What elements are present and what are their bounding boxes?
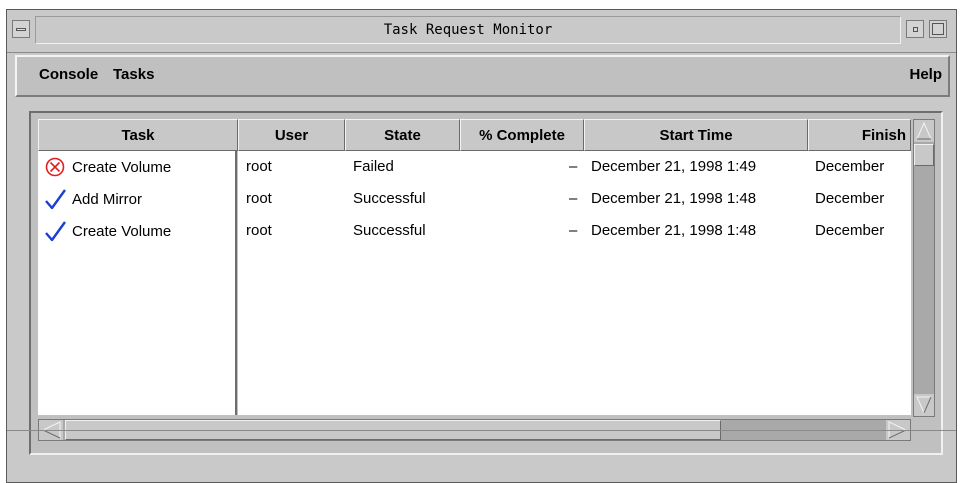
cell-finish-time: December: [815, 158, 885, 175]
column-header-user[interactable]: User: [238, 119, 345, 151]
cell-start-time: December 21, 1998 1:49: [591, 158, 757, 175]
title-area[interactable]: Task Request Monitor: [35, 16, 901, 44]
cell-user: root: [246, 158, 272, 175]
scroll-down-arrow-icon: [916, 396, 932, 415]
vertical-scrollbar[interactable]: [913, 119, 935, 417]
cell-finish-time: December: [815, 190, 885, 207]
menu-console[interactable]: Console: [39, 66, 98, 83]
minimize-button[interactable]: [906, 20, 924, 38]
maximize-button[interactable]: [929, 20, 947, 38]
menu-bar: Console Tasks Help: [15, 55, 950, 97]
scroll-up-button[interactable]: [914, 120, 934, 142]
cell-finish-time: December: [815, 222, 885, 239]
scroll-up-arrow-icon: [916, 121, 932, 140]
cell-user: root: [246, 222, 272, 239]
task-request-monitor-window: Task Request Monitor Console Tasks Help …: [6, 9, 957, 483]
cell-state: Successful: [353, 190, 426, 207]
maximize-icon: [932, 23, 944, 35]
cell-user: root: [246, 190, 272, 207]
minimize-icon: [913, 27, 918, 32]
column-header-percent-complete[interactable]: % Complete: [460, 119, 584, 151]
cell-state: Successful: [353, 222, 426, 239]
cell-start-time: December 21, 1998 1:48: [591, 222, 757, 239]
success-checkmark-icon: [45, 189, 66, 210]
window-menu-icon: [16, 28, 26, 31]
task-name: Add Mirror: [72, 190, 143, 208]
menu-tasks[interactable]: Tasks: [113, 66, 154, 83]
cell-start-time: December 21, 1998 1:48: [591, 190, 757, 207]
task-row[interactable]: Create Volume: [44, 154, 171, 180]
task-details-pane: root Failed – December 21, 1998 1:49 Dec…: [238, 151, 911, 415]
vertical-scroll-thumb[interactable]: [914, 144, 934, 166]
success-checkmark-icon: [45, 221, 66, 242]
column-header-task[interactable]: Task: [38, 119, 238, 151]
status-divider: [7, 430, 956, 431]
cell-percent: –: [569, 158, 578, 175]
task-row[interactable]: Add Mirror: [44, 186, 142, 212]
task-row[interactable]: Create Volume: [44, 218, 171, 244]
title-bar[interactable]: Task Request Monitor: [7, 10, 956, 53]
cell-state: Failed: [353, 158, 394, 175]
window-menu-button[interactable]: [12, 20, 30, 38]
task-name: Create Volume: [72, 222, 172, 240]
column-header-state[interactable]: State: [345, 119, 460, 151]
task-name: Create Volume: [72, 158, 172, 176]
scroll-down-button[interactable]: [914, 394, 934, 416]
column-header-start-time[interactable]: Start Time: [584, 119, 808, 151]
column-header-finish[interactable]: Finish: [808, 119, 911, 151]
menu-help[interactable]: Help: [909, 66, 942, 83]
cell-percent: –: [569, 222, 578, 239]
task-name-pane: Create Volume Add Mirror Create Volume: [38, 151, 237, 415]
window-title: Task Request Monitor: [383, 22, 553, 38]
cell-percent: –: [569, 190, 578, 207]
task-list-frame: Task User State % Complete Start Time Fi…: [29, 111, 943, 455]
failed-circle-x-icon: [45, 157, 65, 177]
